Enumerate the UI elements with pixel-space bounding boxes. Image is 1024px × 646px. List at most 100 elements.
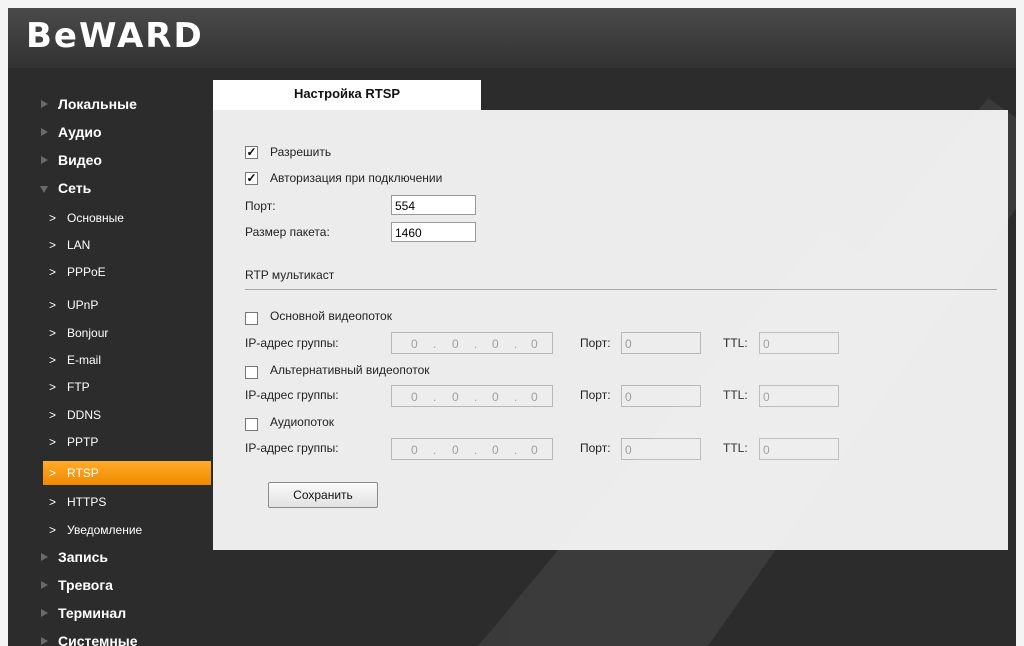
ip-octet: 0: [531, 390, 538, 404]
sidebar-subitem-pptp[interactable]: > PPTP: [43, 430, 211, 454]
sidebar-subitem-notification[interactable]: > Уведомление: [43, 518, 211, 542]
arrow-right-icon: [41, 637, 48, 645]
beward-logo: BeWARD: [26, 16, 204, 56]
sidebar-subitem-https[interactable]: > HTTPS: [43, 490, 211, 514]
alt-stream-ttl-input[interactable]: 0: [759, 385, 839, 407]
sidebar-item-record[interactable]: Запись: [8, 545, 213, 569]
sidebar-item-label: Терминал: [58, 605, 127, 621]
sidebar-subitem-label: Bonjour: [67, 326, 109, 340]
app-window: BeWARD Локальные Аудио Видео Сеть > Осно…: [8, 8, 1016, 646]
ip-separator: .: [514, 337, 518, 351]
chevron-right-icon: >: [49, 523, 57, 537]
sidebar-item-local[interactable]: Локальные: [8, 92, 213, 116]
sidebar-item-video[interactable]: Видео: [8, 148, 213, 172]
arrow-right-icon: [41, 609, 48, 617]
alt-stream-label: Альтернативный видеопоток: [270, 363, 430, 377]
sidebar-subitem-pppoe[interactable]: > PPPoE: [43, 260, 211, 284]
main-stream-ip-input[interactable]: 0 . 0 . 0 . 0: [391, 332, 553, 354]
ip-octet: 0: [531, 443, 538, 457]
ip-separator: .: [433, 390, 437, 404]
sidebar-subitem-email[interactable]: > E-mail: [43, 348, 211, 372]
ip-group-label: IP-адрес группы:: [245, 336, 339, 350]
sidebar-item-label: Сеть: [58, 180, 92, 196]
ip-octet: 0: [492, 337, 499, 351]
sidebar-item-audio[interactable]: Аудио: [8, 120, 213, 144]
sidebar-subitem-basic[interactable]: > Основные: [43, 206, 211, 230]
sidebar-item-terminal[interactable]: Терминал: [8, 601, 213, 625]
main-stream-port-input[interactable]: 0: [621, 332, 701, 354]
audio-stream-checkbox[interactable]: [245, 418, 258, 431]
ip-octet: 0: [531, 337, 538, 351]
arrow-right-icon: [41, 128, 48, 136]
multicast-port-label: Порт:: [580, 441, 611, 455]
sidebar-subitem-label: LAN: [67, 238, 91, 252]
sidebar-item-network[interactable]: Сеть: [8, 176, 213, 200]
ip-octet: 0: [452, 443, 459, 457]
tab-strip-background: [481, 80, 1008, 110]
tab-rtsp-settings[interactable]: Настройка RTSP: [213, 80, 481, 110]
chevron-right-icon: >: [49, 435, 57, 449]
chevron-right-icon: >: [49, 238, 57, 252]
multicast-port-label: Порт:: [580, 336, 611, 350]
sidebar-subitem-lan[interactable]: > LAN: [43, 233, 211, 257]
sidebar-item-label: Локальные: [58, 96, 137, 112]
sidebar-subitem-bonjour[interactable]: > Bonjour: [43, 321, 211, 345]
ip-separator: .: [433, 443, 437, 457]
ttl-label: TTL:: [723, 441, 748, 455]
ip-octet: 0: [452, 390, 459, 404]
sidebar-item-label: Видео: [58, 152, 102, 168]
main-stream-checkbox[interactable]: [245, 312, 258, 325]
ip-separator: .: [474, 337, 478, 351]
ttl-label: TTL:: [723, 388, 748, 402]
main-stream-ttl-input[interactable]: 0: [759, 332, 839, 354]
audio-stream-ttl-input[interactable]: 0: [759, 438, 839, 460]
ip-group-label: IP-адрес группы:: [245, 441, 339, 455]
arrow-right-icon: [41, 100, 48, 108]
ip-octet: 0: [452, 337, 459, 351]
ip-octet: 0: [492, 390, 499, 404]
sidebar-subitem-label: Уведомление: [67, 523, 143, 537]
sidebar-item-label: Системные: [58, 633, 138, 646]
packet-size-input[interactable]: 1460: [391, 222, 476, 242]
sidebar-subitem-label: HTTPS: [67, 495, 107, 509]
chevron-right-icon: >: [49, 380, 57, 394]
ip-separator: .: [433, 337, 437, 351]
sidebar-item-label: Тревога: [58, 577, 113, 593]
port-input[interactable]: 554: [391, 195, 476, 215]
multicast-heading: RTP мультикаст: [245, 268, 335, 282]
alt-stream-ip-input[interactable]: 0 . 0 . 0 . 0: [391, 385, 553, 407]
header-bar: BeWARD: [8, 8, 1016, 68]
enable-label: Разрешить: [270, 145, 332, 159]
sidebar-nav: Локальные Аудио Видео Сеть > Основные > …: [8, 68, 213, 646]
audio-stream-port-input[interactable]: 0: [621, 438, 701, 460]
chevron-right-icon: >: [49, 298, 57, 312]
chevron-right-icon: >: [49, 495, 57, 509]
chevron-right-icon: >: [49, 466, 57, 480]
save-button[interactable]: Сохранить: [268, 482, 378, 508]
arrow-right-icon: [41, 581, 48, 589]
ip-octet: 0: [411, 443, 418, 457]
sidebar-subitem-ddns[interactable]: > DDNS: [43, 403, 211, 427]
sidebar-subitem-label: PPPoE: [67, 265, 106, 279]
sidebar-subitem-label: E-mail: [67, 353, 102, 367]
sidebar-subitem-ftp[interactable]: > FTP: [43, 375, 211, 399]
sidebar-subitem-rtsp[interactable]: > RTSP: [43, 461, 211, 485]
chevron-right-icon: >: [49, 265, 57, 279]
chevron-right-icon: >: [49, 353, 57, 367]
enable-checkbox[interactable]: ✓: [245, 146, 258, 159]
sidebar-item-system[interactable]: Системные: [8, 629, 213, 646]
sidebar-subitem-label: Основные: [67, 211, 124, 225]
sidebar-item-alarm[interactable]: Тревога: [8, 573, 213, 597]
sidebar-subitem-label: PPTP: [67, 435, 99, 449]
ttl-label: TTL:: [723, 336, 748, 350]
sidebar-subitem-label: UPnP: [67, 298, 99, 312]
sidebar-subitem-label: RTSP: [67, 466, 99, 480]
ip-octet: 0: [411, 390, 418, 404]
audio-stream-ip-input[interactable]: 0 . 0 . 0 . 0: [391, 438, 553, 460]
auth-checkbox[interactable]: ✓: [245, 172, 258, 185]
ip-group-label: IP-адрес группы:: [245, 388, 339, 402]
arrow-right-icon: [41, 156, 48, 164]
alt-stream-checkbox[interactable]: [245, 366, 258, 379]
alt-stream-port-input[interactable]: 0: [621, 385, 701, 407]
sidebar-subitem-upnp[interactable]: > UPnP: [43, 293, 211, 317]
